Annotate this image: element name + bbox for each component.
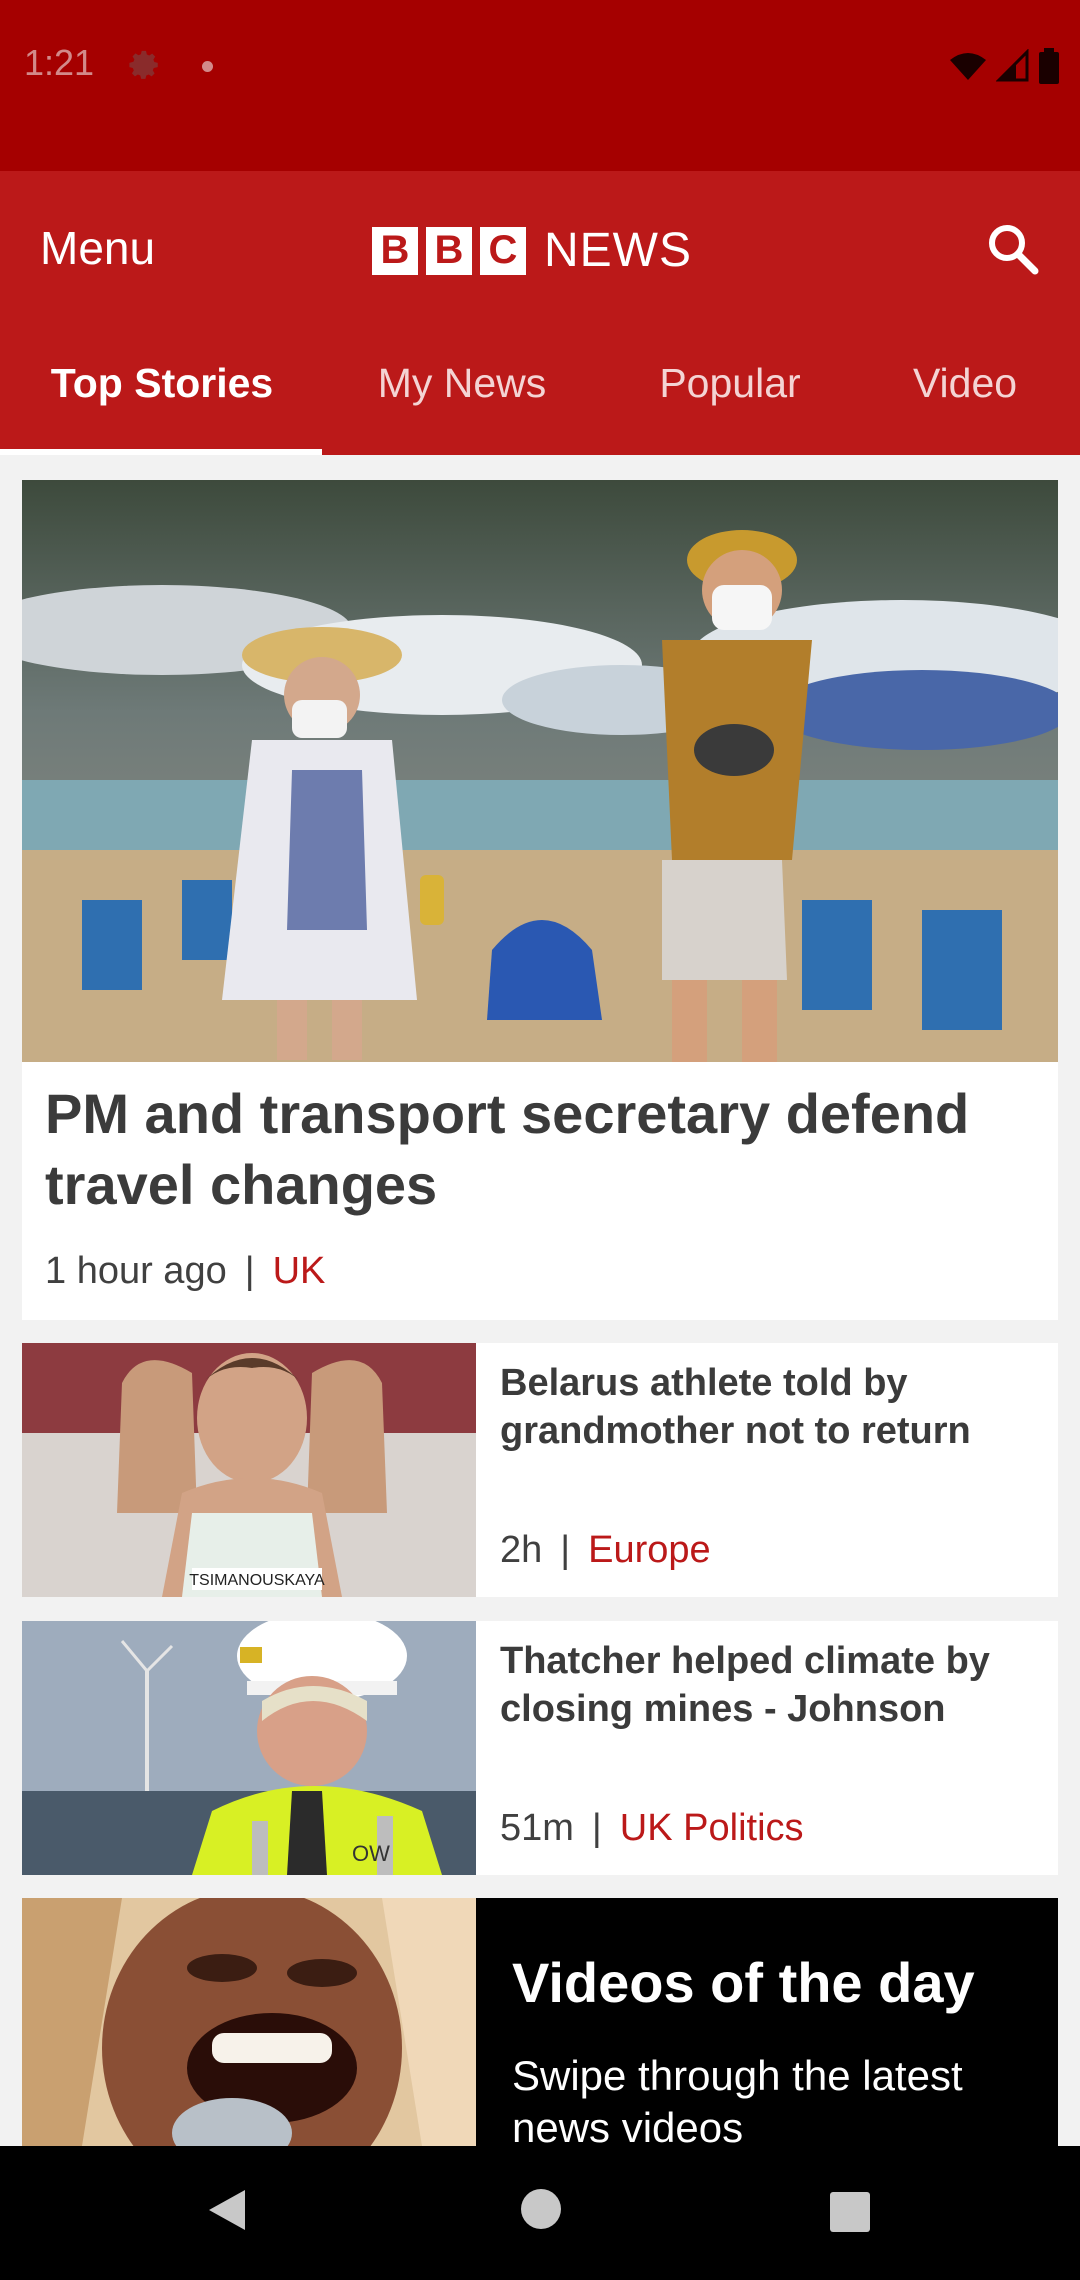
tab-bar: Top Stories My News Popular Video — [0, 311, 1080, 455]
thumb-bib-text: TSIMANOUSKAYA — [189, 1572, 325, 1589]
story-category[interactable]: UK Politics — [620, 1807, 804, 1849]
lead-story-image — [22, 480, 1058, 1062]
lead-story-time: 1 hour ago — [45, 1250, 227, 1292]
videos-of-the-day-card[interactable]: Videos of the day Swipe through the late… — [22, 1898, 1058, 2146]
logo-letter-b1: B — [372, 226, 418, 275]
home-icon[interactable] — [520, 2188, 562, 2235]
system-nav-bar — [0, 2146, 1080, 2280]
story-headline[interactable]: Thatcher helped climate by closing mines… — [500, 1637, 1040, 1733]
meta-separator: | — [244, 1250, 255, 1292]
logo-letter-b2: B — [426, 226, 472, 275]
lead-story-card[interactable]: PM and transport secretary defend travel… — [22, 480, 1058, 1320]
meta-separator: | — [591, 1807, 602, 1849]
status-bar: 1:21 — [0, 0, 1080, 171]
tab-popular[interactable]: Popular — [630, 311, 830, 455]
thumb-logo-text: OW — [352, 1841, 390, 1866]
story-meta: 51m | UK Politics — [500, 1807, 804, 1850]
signal-icon — [995, 48, 1030, 88]
lead-story-headline[interactable]: PM and transport secretary defend travel… — [45, 1078, 1035, 1220]
lead-story-meta: 1 hour ago | UK — [45, 1250, 325, 1293]
gear-icon — [128, 48, 162, 87]
notification-dot-icon — [202, 61, 213, 72]
active-tab-indicator — [0, 449, 322, 455]
story-thumbnail: TSIMANOUSKAYA — [22, 1343, 476, 1597]
menu-button[interactable]: Menu — [40, 221, 155, 275]
battery-icon — [1038, 48, 1060, 89]
recents-icon[interactable] — [828, 2190, 872, 2239]
meta-separator: | — [560, 1529, 571, 1571]
story-headline[interactable]: Belarus athlete told by grandmother not … — [500, 1359, 1040, 1455]
story-time: 2h — [500, 1529, 543, 1571]
story-time: 51m — [500, 1807, 574, 1849]
tab-my-news[interactable]: My News — [352, 311, 572, 455]
status-time: 1:21 — [24, 42, 95, 83]
tab-top-stories[interactable]: Top Stories — [22, 311, 302, 455]
system-icons — [948, 48, 1060, 89]
bbc-news-logo: B B C NEWS — [372, 223, 692, 278]
story-meta: 2h | Europe — [500, 1529, 711, 1572]
wifi-icon — [948, 50, 988, 87]
video-promo-thumbnail — [22, 1898, 476, 2146]
search-icon[interactable] — [985, 221, 1041, 282]
tab-video[interactable]: Video — [880, 311, 1050, 455]
logo-word: NEWS — [544, 224, 692, 277]
story-card[interactable]: OW Thatcher helped climate by closing mi… — [22, 1621, 1058, 1875]
logo-letter-c: C — [480, 226, 526, 275]
app-bar: Menu B B C NEWS Top Stories My News Popu… — [0, 171, 1080, 455]
story-card[interactable]: TSIMANOUSKAYA Belarus athlete told by gr… — [22, 1343, 1058, 1597]
video-promo-subtitle: Swipe through the latest news videos — [512, 2052, 963, 2146]
story-category[interactable]: Europe — [588, 1529, 711, 1571]
back-icon[interactable] — [205, 2186, 249, 2239]
story-thumbnail: OW — [22, 1621, 476, 1875]
lead-story-category[interactable]: UK — [273, 1250, 326, 1292]
video-promo-title: Videos of the day — [512, 1951, 975, 2014]
